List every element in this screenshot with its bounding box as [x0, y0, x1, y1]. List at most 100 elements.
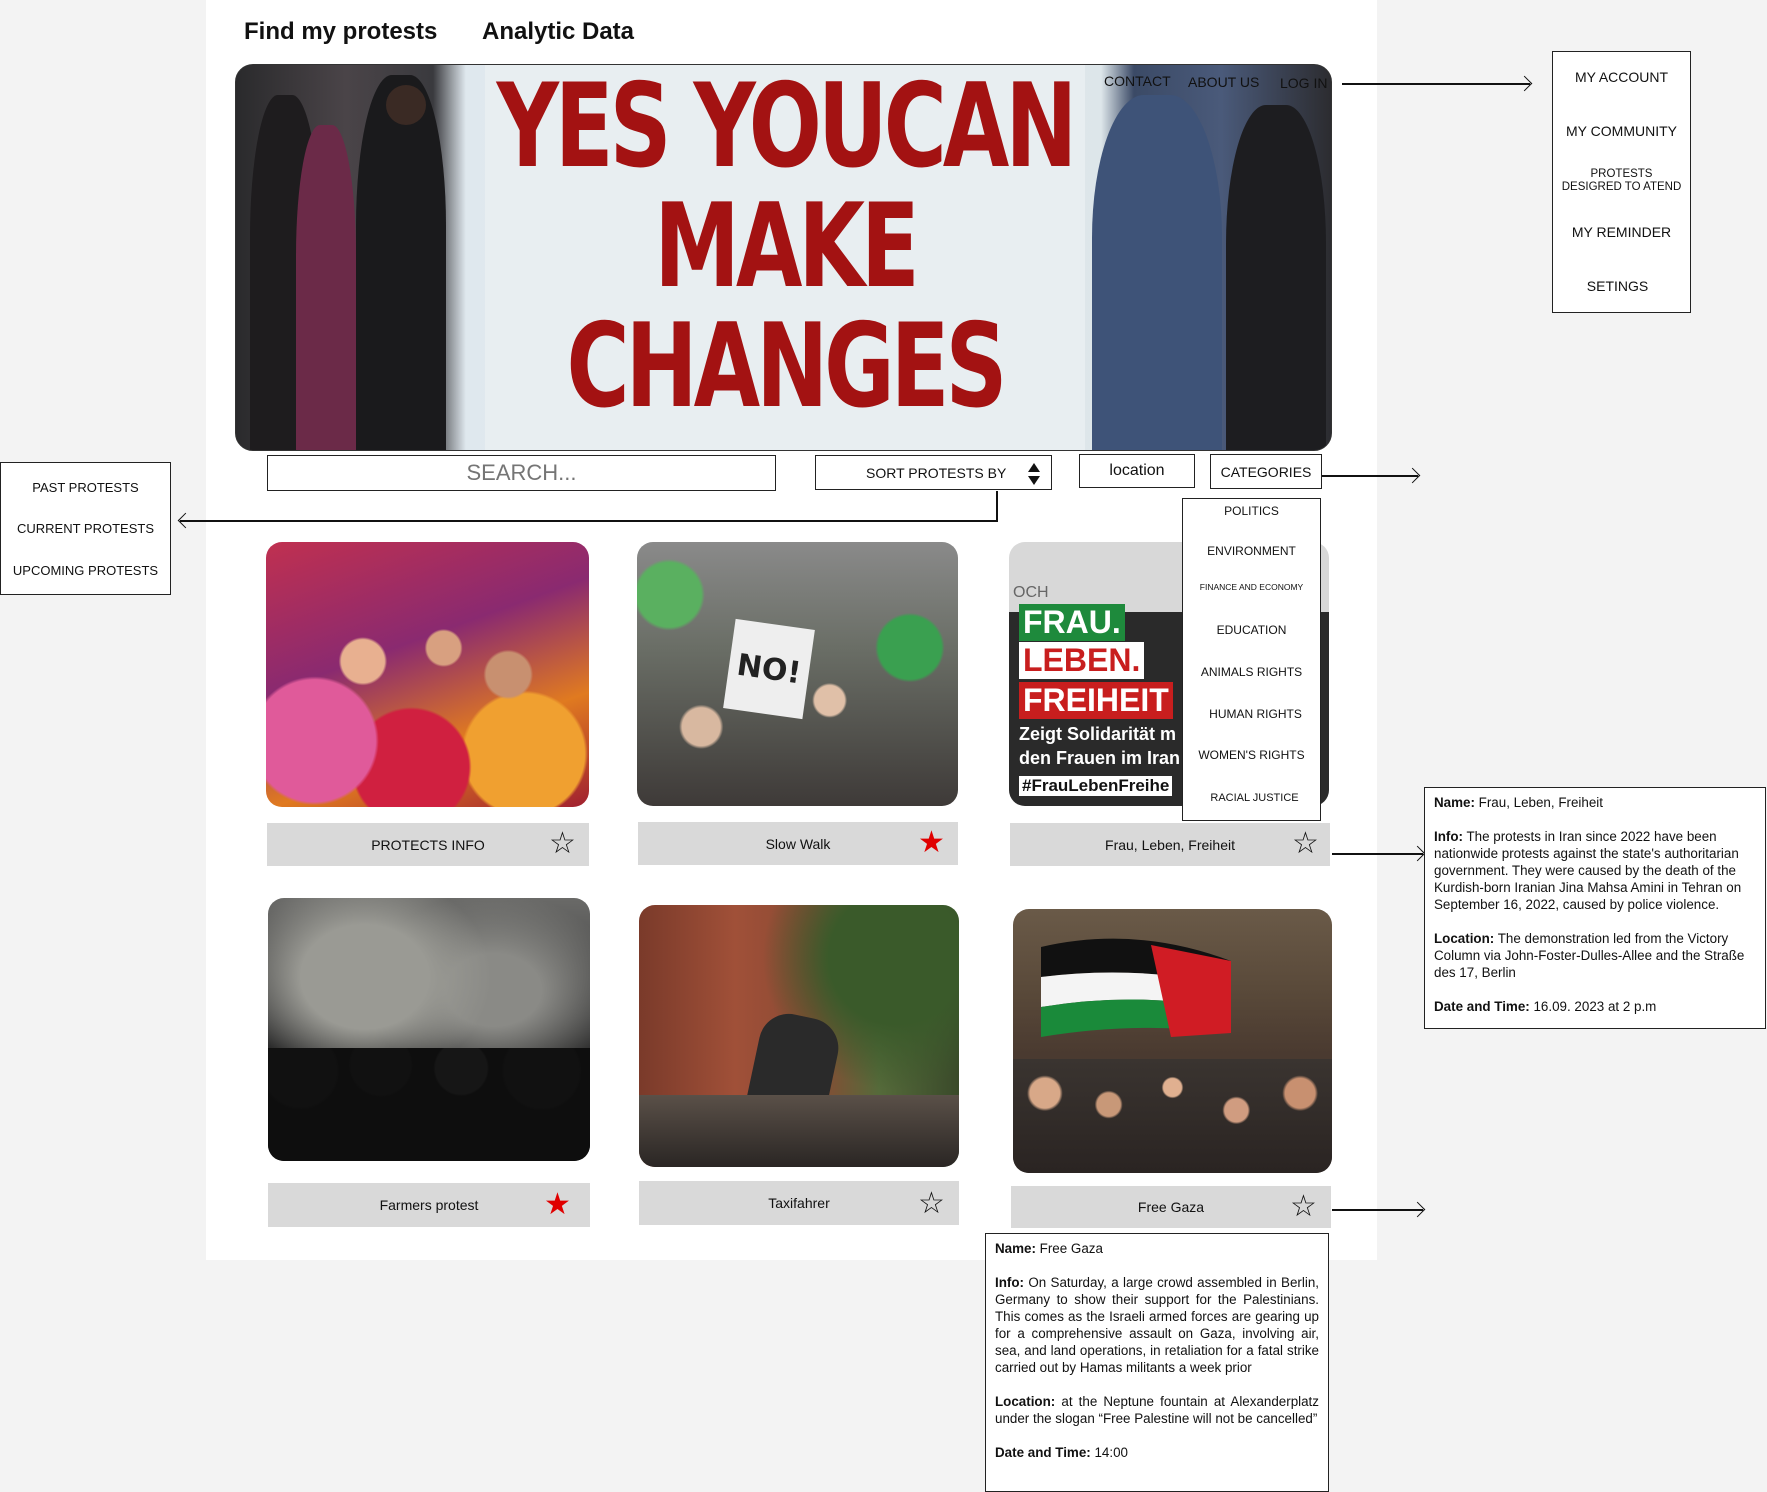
categories-button[interactable]: CATEGORIES	[1210, 454, 1322, 489]
arrow-line	[180, 520, 998, 522]
crowd-figure	[356, 75, 446, 450]
arrow-head	[1404, 467, 1421, 484]
card-bar-frau-leben[interactable]: Frau, Leben, Freiheit ☆	[1010, 823, 1330, 866]
category-womens-rights[interactable]: WOMEN'S RIGHTS	[1183, 748, 1320, 762]
category-politics[interactable]: POLITICS	[1183, 504, 1320, 518]
arrow-head	[1516, 75, 1533, 92]
nav-analytic[interactable]: Analytic	[482, 18, 575, 46]
category-animal-rights[interactable]: ANIMALS RIGHTS	[1183, 665, 1320, 679]
card-title: Frau, Leben, Freiheit	[1105, 836, 1235, 853]
star-filled-icon[interactable]: ★	[918, 828, 945, 858]
category-racial-justice[interactable]: RACIAL JUSTICE	[1186, 792, 1323, 804]
search-input[interactable]	[267, 455, 776, 491]
sign-line-3: CHANGES	[566, 299, 1008, 435]
info-date: 16.09. 2023 at 2 p.m	[1533, 999, 1657, 1014]
card-image-protest-info[interactable]	[266, 542, 589, 807]
poster-line-3: FREIHEIT	[1019, 682, 1173, 719]
poster-hashtag: #FrauLebenFreihe	[1019, 776, 1173, 796]
menu-settings[interactable]: SETINGS	[1549, 278, 1686, 294]
category-human-rights[interactable]: HUMAN RIGHTS	[1187, 707, 1324, 721]
card-image-slow-walk[interactable]: NO!	[637, 542, 958, 806]
card-bar-free-gaza[interactable]: Free Gaza ☆	[1011, 1186, 1331, 1228]
contact-link[interactable]: CONTACT	[1104, 73, 1171, 89]
arrow-head	[1409, 1201, 1426, 1218]
card-image-taxifahrer[interactable]	[639, 905, 959, 1167]
card-bar-protest-info[interactable]: PROTECTS INFO ☆	[267, 823, 589, 866]
category-environment[interactable]: ENVIRONMENT	[1183, 544, 1320, 558]
sort-options-panel: PAST PROTESTS CURRENT PROTESTS UPCOMING …	[0, 462, 171, 595]
site-title[interactable]: Find my protests	[244, 18, 437, 46]
card-bar-farmers[interactable]: Farmers protest ★	[268, 1183, 590, 1227]
crowd-head	[386, 85, 426, 125]
star-outline-icon[interactable]: ☆	[1292, 829, 1319, 859]
crowd-silhouettes	[268, 1048, 590, 1161]
category-education[interactable]: EDUCATION	[1183, 623, 1320, 637]
info-date-label: Date and Time:	[995, 1445, 1091, 1460]
info-name-label: Name:	[995, 1241, 1036, 1256]
option-past-protests[interactable]: PAST PROTESTS	[1, 480, 170, 495]
poster-line-2: LEBEN.	[1019, 642, 1145, 679]
info-date: 14:00	[1094, 1445, 1128, 1460]
sort-dropdown[interactable]: SORT PROTESTS BY	[815, 455, 1052, 490]
menu-my-community[interactable]: MY COMMUNITY	[1553, 123, 1690, 139]
menu-my-account[interactable]: MY ACCOUNT	[1553, 69, 1690, 85]
menu-protests-desired[interactable]: PROTESTS DESIGRED TO ATEND	[1553, 168, 1690, 194]
card-image-farmers[interactable]	[268, 898, 590, 1161]
option-upcoming-protests[interactable]: UPCOMING PROTESTS	[1, 563, 170, 578]
arrow-head	[1409, 845, 1426, 862]
card-title: PROTECTS INFO	[371, 836, 485, 853]
star-outline-icon[interactable]: ☆	[549, 829, 576, 859]
no-sign: NO!	[723, 618, 815, 720]
info-name: Frau, Leben, Freiheit	[1478, 795, 1603, 810]
card-bar-taxifahrer[interactable]: Taxifahrer ☆	[639, 1181, 959, 1225]
info-name: Free Gaza	[1039, 1241, 1103, 1256]
card-title: Free Gaza	[1137, 1199, 1205, 1215]
info-text: The protests in Iran since 2022 have bee…	[1434, 829, 1742, 912]
account-menu: MY ACCOUNT MY COMMUNITY PROTESTS DESIGRE…	[1552, 51, 1691, 313]
arrow-head	[177, 512, 194, 529]
info-box-frau-leben: Name: Frau, Leben, Freiheit Info: The pr…	[1424, 787, 1766, 1029]
category-finance[interactable]: FINANCE AND ECONOMY	[1183, 582, 1320, 592]
crowd-figure	[1226, 105, 1326, 450]
protest-sign: YES YOUCAN MAKE CHANGES	[485, 64, 1085, 450]
info-location-label: Location:	[995, 1394, 1056, 1409]
poster-sub-2: den Frauen im Iran	[1019, 748, 1181, 768]
hero-banner: YES YOUCAN MAKE CHANGES CONTACT ABOUT US…	[235, 64, 1332, 451]
crowd-area	[639, 1095, 959, 1167]
login-link[interactable]: LOG IN	[1280, 75, 1327, 91]
palestine-flag-icon	[1041, 938, 1231, 1037]
about-us-link[interactable]: ABOUT US	[1188, 74, 1259, 90]
card-title: Taxifahrer	[768, 1195, 830, 1211]
poster-sub-1: Zeigt Solidarität m	[1019, 724, 1177, 744]
info-location-label: Location:	[1434, 931, 1495, 946]
info-name-label: Name:	[1434, 795, 1475, 810]
info-info-label: Info:	[1434, 829, 1463, 844]
info-info-label: Info:	[995, 1275, 1024, 1290]
sort-arrows-icon	[1028, 463, 1040, 485]
sign-line-1: YES YOUCAN	[496, 64, 1078, 195]
crowd-figure	[296, 125, 356, 450]
card-title: Slow Walk	[765, 835, 831, 852]
crowd-area	[1013, 1059, 1332, 1173]
poster-corner-text: OCH	[1013, 584, 1049, 601]
option-current-protests[interactable]: CURRENT PROTESTS	[1, 521, 170, 536]
info-text: On Saturday, a large crowd assembled in …	[995, 1275, 1319, 1375]
location-button[interactable]: location	[1079, 454, 1195, 488]
info-box-free-gaza: Name: Free Gaza Info: On Saturday, a lar…	[985, 1233, 1329, 1492]
arrow-line	[1342, 83, 1530, 85]
star-outline-icon[interactable]: ☆	[1290, 1192, 1317, 1222]
connector-line	[996, 491, 998, 520]
card-image-free-gaza[interactable]	[1013, 909, 1332, 1173]
nav-data[interactable]: Data	[582, 18, 634, 46]
star-outline-icon[interactable]: ☆	[918, 1189, 945, 1219]
categories-dropdown: POLITICS ENVIRONMENT FINANCE AND ECONOMY…	[1182, 498, 1321, 821]
card-bar-slow-walk[interactable]: Slow Walk ★	[638, 822, 958, 865]
info-date-label: Date and Time:	[1434, 999, 1530, 1014]
sign-line-2: MAKE	[654, 179, 920, 315]
crowd-figure	[1092, 95, 1222, 450]
sort-label: SORT PROTESTS BY	[866, 464, 1007, 481]
card-title: Farmers protest	[379, 1197, 479, 1213]
menu-my-reminder[interactable]: MY REMINDER	[1553, 224, 1690, 240]
poster-line-1: FRAU.	[1019, 604, 1125, 641]
star-filled-icon[interactable]: ★	[544, 1190, 571, 1220]
